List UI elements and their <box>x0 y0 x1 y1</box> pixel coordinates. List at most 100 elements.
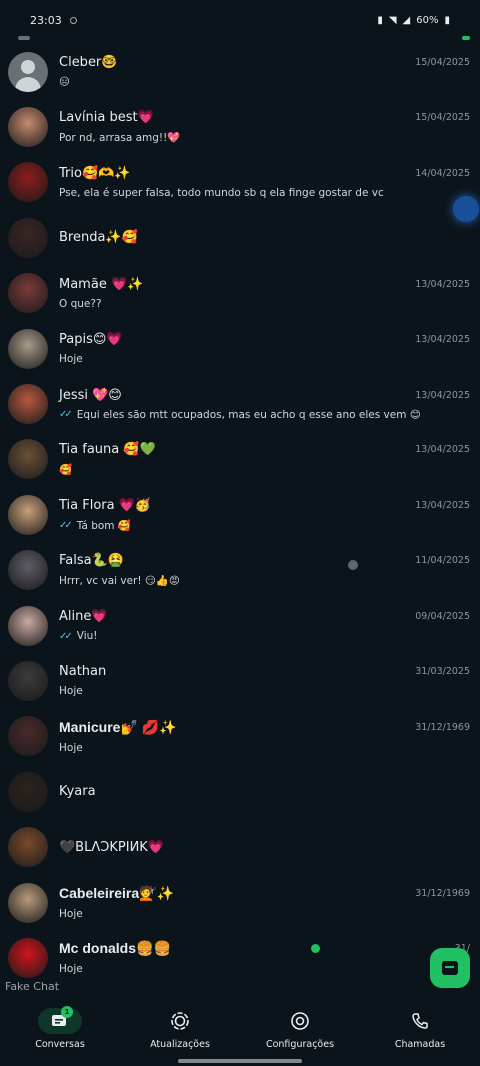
tab-chamadas[interactable]: Chamadas <box>365 1004 475 1050</box>
online-status-icon <box>311 944 321 954</box>
avatar[interactable] <box>8 107 48 148</box>
chat-body: Cabeleireira💇✨ 31/12/1969 Hoje <box>59 885 480 920</box>
chat-date: 13/04/2025 <box>415 278 470 290</box>
chat-row[interactable]: Manicure💅 💋✨ 31/12/1969 Hoje <box>0 709 480 764</box>
chat-date: 13/04/2025 <box>415 499 470 511</box>
avatar[interactable] <box>8 217 48 258</box>
chat-row[interactable]: Lavínia best💗 15/04/2025 Por nd, arrasa am… <box>0 99 480 154</box>
chat-date: 31/03/2025 <box>415 666 470 678</box>
chat-row[interactable]: Falsa🐍🤮 11/04/2025 Hrrr, vc vai ver! 😏👍😡 <box>0 543 480 598</box>
chat-date: 15/04/2025 <box>415 57 470 69</box>
settings-icon <box>278 1008 322 1034</box>
chat-row[interactable]: Mamãe 💗✨ 13/04/2025 O que?? <box>0 266 480 321</box>
chats-icon: 1 <box>38 1006 82 1034</box>
chat-list[interactable]: Cleber🤓 15/04/2025 😑 Lavínia best💗 15/04/202… <box>0 44 480 1004</box>
chat-header: Aline💗 09/04/2025 <box>59 609 480 624</box>
chat-header: Brenda✨🥰 <box>59 230 480 245</box>
new-chat-button[interactable] <box>430 948 470 988</box>
chat-row[interactable]: Brenda✨🥰 <box>0 210 480 265</box>
chat-header: Manicure💅 💋✨ 31/12/1969 <box>59 719 480 736</box>
message-text: Pse, ela é super falsa, todo mundo sb q … <box>59 186 384 199</box>
chat-date: 31/12/1969 <box>415 888 470 900</box>
avatar[interactable] <box>8 882 48 923</box>
avatar[interactable] <box>8 273 48 314</box>
chat-row[interactable]: Tia Flora 💗🥳 13/04/2025 ✓✓ Tá bom 🥰 <box>0 487 480 542</box>
message-preview: 😑 <box>59 76 480 88</box>
status-time: 23:03 <box>30 13 62 27</box>
tab-configuracoes[interactable]: Configurações <box>245 1004 355 1050</box>
message-preview: Hrrr, vc vai ver! 😏👍😡 <box>59 574 480 587</box>
chat-row[interactable]: Tia fauna 🥰💚 13/04/2025 🥰 <box>0 432 480 487</box>
chat-date: 15/04/2025 <box>415 112 470 124</box>
new-chat-icon <box>442 961 458 975</box>
chat-header: Tia fauna 🥰💚 13/04/2025 <box>59 442 480 457</box>
message-text: 😑 <box>59 76 70 89</box>
chat-body: Brenda✨🥰 <box>59 230 480 245</box>
chat-header: 🖤BLΛƆKPIИK💗 <box>59 840 480 855</box>
message-text: Hoje <box>59 685 83 698</box>
scroll-edge-indicator <box>18 36 30 40</box>
avatar[interactable] <box>8 162 48 203</box>
contact-name: Mc donalds🍔🍔 <box>59 940 171 957</box>
message-preview: ✓✓ Viu! <box>59 630 480 642</box>
message-text: O que?? <box>59 297 102 310</box>
read-receipt-icon: ✓✓ <box>59 519 73 531</box>
avatar[interactable] <box>8 384 48 425</box>
battery-icon: ▮ <box>444 14 450 26</box>
avatar[interactable] <box>8 439 48 480</box>
updates-icon <box>158 1008 202 1034</box>
chat-body: Lavínia best💗 15/04/2025 Por nd, arrasa am… <box>59 110 480 144</box>
home-indicator[interactable] <box>178 1059 302 1063</box>
chat-row[interactable]: Nathan 31/03/2025 Hoje <box>0 653 480 708</box>
chat-row[interactable]: Papis😊💗 13/04/2025 Hoje <box>0 321 480 376</box>
chat-row[interactable]: Cleber🤓 15/04/2025 😑 <box>0 44 480 99</box>
avatar[interactable] <box>8 494 48 535</box>
chat-row[interactable]: Jessi 💖😊 13/04/2025 ✓✓ Equi eles são mtt oc… <box>0 376 480 431</box>
avatar[interactable] <box>8 716 48 757</box>
chat-row[interactable]: Cabeleireira💇✨ 31/12/1969 Hoje <box>0 875 480 930</box>
message-text: Viu! <box>76 630 98 643</box>
avatar[interactable] <box>8 328 48 369</box>
tab-conversas[interactable]: 1 Conversas <box>5 1004 115 1050</box>
tab-atualizacoes[interactable]: Atualizações <box>125 1004 235 1050</box>
signal-icon: ◢ <box>402 14 411 26</box>
chat-header: Falsa🐍🤮 11/04/2025 <box>59 553 480 568</box>
contact-name: Cleber🤓 <box>59 55 118 71</box>
message-preview: Hoje <box>59 908 480 920</box>
message-text: Equi eles são mtt ocupados, mas eu acho … <box>76 408 421 421</box>
chat-header: Tia Flora 💗🥳 13/04/2025 <box>59 498 480 513</box>
contact-name: Papis😊💗 <box>59 332 123 348</box>
chat-row[interactable]: Trio🥰🫶✨ 14/04/2025 Pse, ela é super falsa,… <box>0 155 480 210</box>
message-preview: 🥰 <box>59 463 480 476</box>
avatar[interactable] <box>8 771 48 812</box>
chat-header: Mamãe 💗✨ 13/04/2025 <box>59 277 480 292</box>
avatar[interactable] <box>8 51 48 92</box>
avatar[interactable] <box>8 937 48 978</box>
floating-assist-bubble[interactable] <box>453 196 479 222</box>
chat-header: Kyara <box>59 784 480 799</box>
chat-body: Nathan 31/03/2025 Hoje <box>59 664 480 697</box>
chat-date: 13/04/2025 <box>415 334 470 346</box>
avatar[interactable] <box>8 550 48 591</box>
chat-date: 11/04/2025 <box>415 555 470 567</box>
mute-icon: ▮ <box>377 14 383 26</box>
watermark-label: Fake Chat <box>5 980 60 993</box>
bottom-navigation: 1 Conversas Atualizações Configurações C… <box>0 1004 480 1066</box>
chat-row[interactable]: Mc donalds🍔🍔31/Hoje <box>0 930 480 985</box>
message-text: Hoje <box>59 908 83 921</box>
chat-row[interactable]: Kyara <box>0 764 480 819</box>
chat-row[interactable]: Aline💗 09/04/2025 ✓✓ Viu! <box>0 598 480 653</box>
chat-row[interactable]: 🖤BLΛƆKPIИK💗 <box>0 819 480 874</box>
avatar[interactable] <box>8 660 48 701</box>
contact-name: Jessi 💖😊 <box>59 387 122 403</box>
avatar[interactable] <box>8 827 48 868</box>
chat-body: Mamãe 💗✨ 13/04/2025 O que?? <box>59 277 480 310</box>
message-preview: Hoje <box>59 963 480 975</box>
contact-name: Aline💗 <box>59 609 108 625</box>
avatar[interactable] <box>8 605 48 646</box>
chat-header: Nathan 31/03/2025 <box>59 664 480 679</box>
chat-body: Cleber🤓 15/04/2025 😑 <box>59 55 480 88</box>
message-preview: Hoje <box>59 353 480 365</box>
contact-name: Nathan <box>59 664 107 680</box>
status-bar: 23:03 ▮ ◥ ◢ 60% ▮ <box>0 0 480 40</box>
